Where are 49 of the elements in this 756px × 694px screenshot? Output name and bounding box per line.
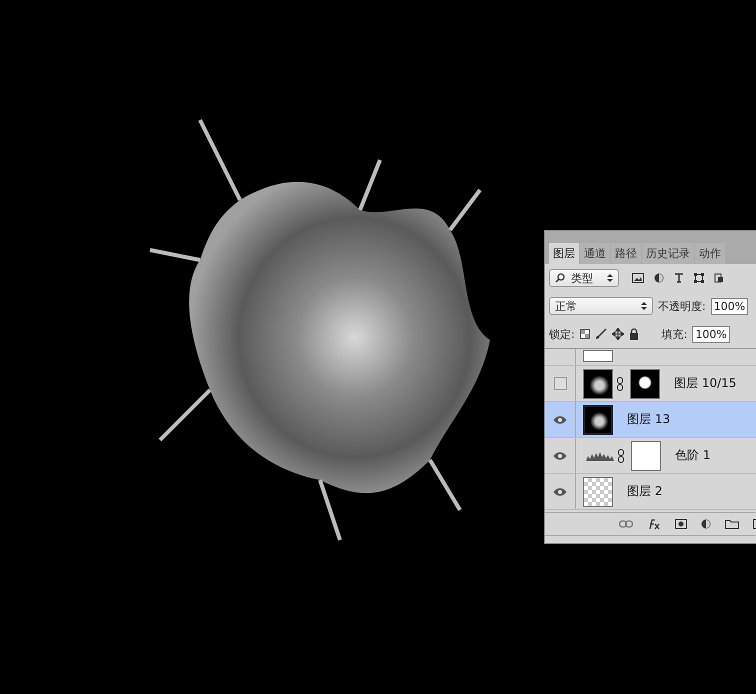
brush-icon[interactable] — [594, 328, 607, 340]
layer-thumbnail — [583, 350, 613, 362]
layer-name: 图层 13 — [627, 411, 670, 428]
eye-icon[interactable] — [553, 488, 567, 496]
panel-tab[interactable]: 路径 — [611, 243, 641, 264]
transform-icon[interactable] — [694, 273, 704, 283]
layer-thumbnail — [583, 404, 613, 434]
stepper-icon — [607, 273, 613, 283]
checkerboard-icon[interactable] — [580, 329, 590, 339]
fx-icon[interactable] — [647, 518, 661, 530]
fill-label: 填充: — [662, 326, 688, 342]
blend-mode-dropdown[interactable]: 正常 — [549, 297, 653, 315]
panel-tab[interactable]: 图层 — [549, 243, 579, 264]
layer-name: 图层 10/15 — [674, 375, 736, 392]
panel-tab[interactable]: 动作 — [695, 243, 725, 264]
panel-tab[interactable]: 历史记录 — [642, 243, 694, 264]
search-icon — [555, 273, 565, 283]
move-icon[interactable] — [612, 328, 624, 340]
layer-name: 色阶 1 — [675, 447, 710, 464]
fill-field[interactable]: 100% — [692, 326, 730, 342]
folder-icon[interactable] — [725, 519, 739, 529]
chain-icon[interactable] — [618, 448, 624, 462]
half-circle-icon[interactable] — [701, 519, 711, 529]
opacity-field[interactable]: 100% — [710, 298, 748, 314]
mask-thumbnail — [630, 368, 660, 398]
eye-icon[interactable] — [553, 416, 567, 424]
opacity-label: 不透明度: — [658, 298, 706, 314]
mask-icon[interactable] — [675, 519, 687, 529]
histogram-icon — [586, 450, 614, 460]
half-circle-icon[interactable] — [654, 273, 664, 283]
layer-row[interactable]: 图层 2 — [545, 474, 756, 510]
panel-tab[interactable]: 通道 — [580, 243, 610, 264]
filter-dropdown[interactable]: 类型 — [549, 269, 619, 287]
mask-thumbnail — [631, 440, 661, 470]
lock-icon[interactable] — [628, 328, 639, 340]
layer-name: 图层 2 — [627, 483, 662, 500]
image-icon[interactable] — [632, 273, 644, 283]
layer-row[interactable]: 色阶 1 — [545, 438, 756, 474]
chain-icon[interactable] — [617, 376, 623, 390]
smart-object-icon[interactable] — [714, 273, 724, 283]
lock-label: 锁定: — [549, 326, 575, 342]
layer-row[interactable]: 图层 10/15 — [545, 366, 756, 402]
link-icon[interactable] — [619, 520, 633, 528]
stepper-icon — [641, 301, 647, 311]
layer-thumbnail — [583, 368, 613, 398]
text-icon[interactable] — [674, 273, 684, 283]
layer-row[interactable]: 图层 13 — [545, 402, 756, 438]
layer-thumbnail — [583, 476, 613, 506]
eye-icon[interactable] — [553, 452, 567, 460]
